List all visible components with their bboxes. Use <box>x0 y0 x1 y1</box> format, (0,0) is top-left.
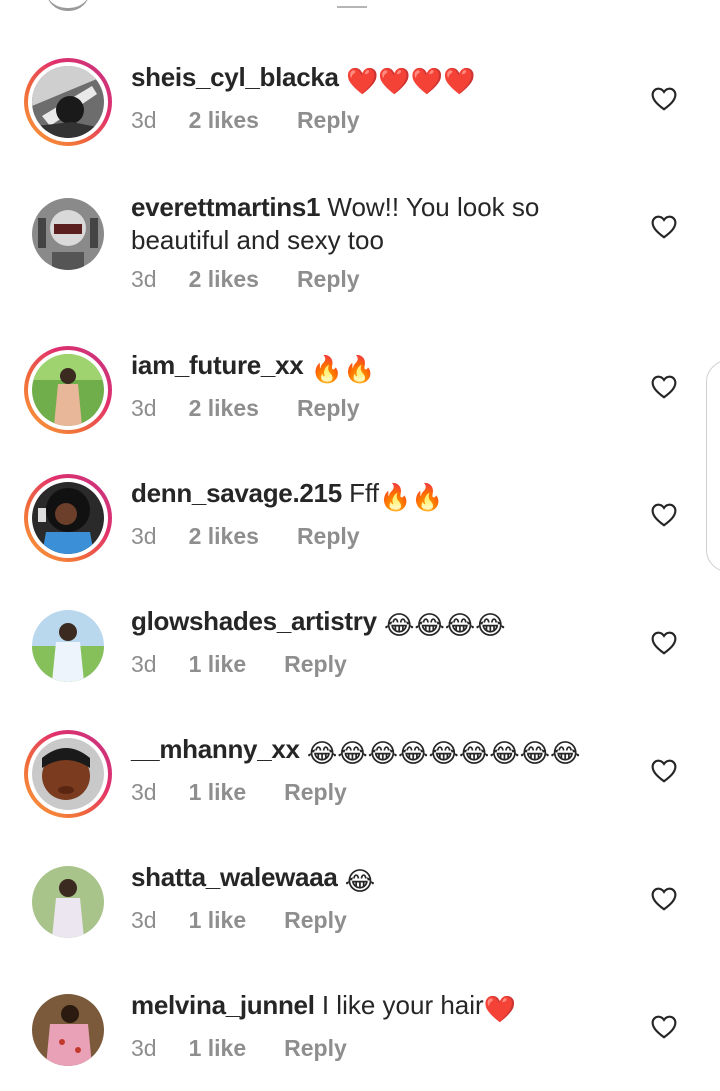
comment-likes[interactable]: 2 likes <box>189 395 259 422</box>
heart-outline-icon[interactable] <box>651 87 677 111</box>
tears-of-joy-emoji: 😂 <box>344 866 376 896</box>
avatar-story-ring[interactable] <box>24 730 112 818</box>
comment-likes[interactable]: 1 like <box>189 779 247 806</box>
comment-username[interactable]: shatta_walewaaa <box>131 862 338 892</box>
heart-outline-icon[interactable] <box>651 759 677 783</box>
comment-time: 3d <box>131 107 157 133</box>
tears-of-joy-emoji: 😂😂😂😂😂😂😂😂😂 <box>306 738 581 768</box>
fire-emoji: 🔥🔥 <box>310 354 376 384</box>
heart-outline-icon[interactable] <box>651 887 677 911</box>
avatar-story-ring[interactable] <box>24 474 112 562</box>
comment-username[interactable]: denn_savage.215 <box>131 478 342 508</box>
comment-likes[interactable]: 2 likes <box>189 107 259 134</box>
previous-reply-fragment <box>337 0 367 8</box>
comment-time: 3d <box>131 266 157 292</box>
comment-username[interactable]: __mhanny_xx <box>131 734 300 764</box>
comment-likes[interactable]: 1 like <box>189 907 247 934</box>
reply-button[interactable]: Reply <box>297 523 360 550</box>
reply-button[interactable]: Reply <box>284 907 347 934</box>
fire-emoji: 🔥🔥 <box>378 482 444 512</box>
comment-likes[interactable]: 1 like <box>189 651 247 678</box>
comment-time: 3d <box>131 395 157 421</box>
reply-button[interactable]: Reply <box>284 651 347 678</box>
comment-username[interactable]: everettmartins1 <box>131 192 320 222</box>
avatar-story-ring[interactable] <box>24 346 112 434</box>
heart-outline-icon[interactable] <box>651 215 677 239</box>
side-panel-handle[interactable] <box>706 360 720 572</box>
comment-username[interactable]: iam_future_xx <box>131 350 304 380</box>
reply-button[interactable]: Reply <box>297 107 360 134</box>
reply-button[interactable]: Reply <box>297 395 360 422</box>
heart-outline-icon[interactable] <box>651 503 677 527</box>
avatar <box>32 66 104 138</box>
avatar <box>32 610 104 682</box>
comment-text: Fff <box>341 478 379 508</box>
avatar <box>32 994 104 1066</box>
comment-likes[interactable]: 2 likes <box>189 523 259 550</box>
avatar-container[interactable] <box>24 986 112 1074</box>
avatar-container[interactable] <box>24 858 112 946</box>
avatar <box>32 866 104 938</box>
reply-button[interactable]: Reply <box>284 1035 347 1062</box>
comment-time: 3d <box>131 523 157 549</box>
comment-likes[interactable]: 1 like <box>189 1035 247 1062</box>
avatar <box>32 198 104 270</box>
previous-avatar-fragment <box>46 0 90 11</box>
comment-time: 3d <box>131 651 157 677</box>
comment-text: I like your hair <box>314 990 484 1020</box>
avatar <box>32 482 104 554</box>
red-heart-emoji: ❤️❤️❤️❤️ <box>345 66 476 96</box>
comment-time: 3d <box>131 779 157 805</box>
avatar-container[interactable] <box>24 602 112 690</box>
avatar-story-ring[interactable] <box>24 58 112 146</box>
red-heart-emoji: ❤️ <box>483 994 517 1024</box>
avatar <box>32 738 104 810</box>
comment-likes[interactable]: 2 likes <box>189 266 259 293</box>
comments-list: sheis_cyl_blacka ❤️❤️❤️❤️ 3d 2 likes Reply <box>0 0 720 1091</box>
heart-outline-icon[interactable] <box>651 631 677 655</box>
tears-of-joy-emoji: 😂😂😂😂 <box>383 610 506 640</box>
avatar-container[interactable] <box>24 190 112 278</box>
comment-username[interactable]: glowshades_artistry <box>131 606 377 636</box>
comment-username[interactable]: sheis_cyl_blacka <box>131 62 339 92</box>
comment-time: 3d <box>131 907 157 933</box>
heart-outline-icon[interactable] <box>651 1015 677 1039</box>
avatar <box>32 354 104 426</box>
reply-button[interactable]: Reply <box>284 779 347 806</box>
reply-button[interactable]: Reply <box>297 266 360 293</box>
heart-outline-icon[interactable] <box>651 375 677 399</box>
comment-time: 3d <box>131 1035 157 1061</box>
comment-username[interactable]: melvina_junnel <box>131 990 315 1020</box>
